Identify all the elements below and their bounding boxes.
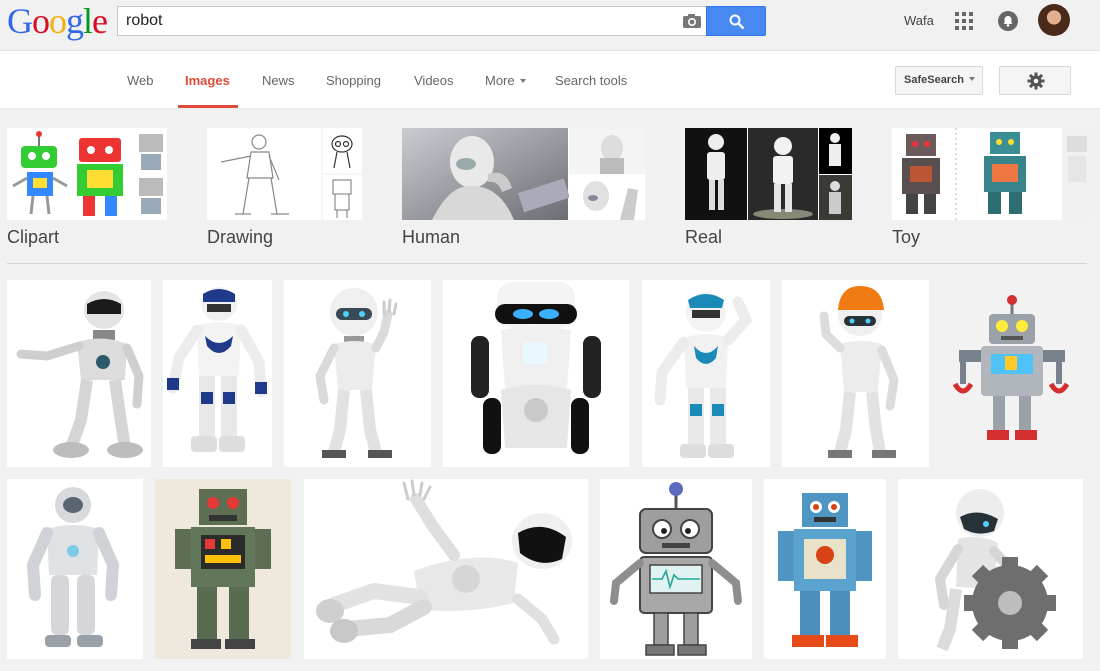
clipart-robot-thumbnail xyxy=(7,128,167,220)
drawing-robot-thumbnail xyxy=(207,128,362,220)
image-result[interactable] xyxy=(941,280,1083,467)
logo-letter: e xyxy=(92,1,108,41)
logo-letter: o xyxy=(32,1,50,41)
image-result[interactable] xyxy=(898,479,1083,659)
image-result[interactable] xyxy=(7,479,143,659)
result-thumbnail xyxy=(167,287,267,452)
avatar[interactable] xyxy=(1038,4,1070,36)
result-thumbnail xyxy=(610,482,742,656)
logo-letter: G xyxy=(7,1,33,41)
tab-news[interactable]: News xyxy=(262,73,295,88)
tab-more[interactable]: More xyxy=(485,73,526,88)
image-result[interactable] xyxy=(284,280,431,467)
search-nav: Web Images News Shopping Videos More Sea… xyxy=(0,51,1100,109)
search-icon xyxy=(729,14,745,30)
image-result[interactable] xyxy=(443,280,629,467)
search-button[interactable] xyxy=(706,6,766,36)
real-robot-thumbnail xyxy=(685,128,852,220)
result-thumbnail xyxy=(471,282,601,454)
toy-robot-thumbnail xyxy=(892,128,1092,220)
related-thumbnails xyxy=(7,128,167,220)
search-box xyxy=(117,6,707,36)
result-thumbnail xyxy=(316,479,572,645)
search-input[interactable] xyxy=(126,11,666,31)
related-thumbnails xyxy=(892,128,1092,220)
related-label: Human xyxy=(402,227,461,247)
image-result[interactable] xyxy=(782,280,929,467)
active-tab-indicator xyxy=(178,105,238,108)
tab-web[interactable]: Web xyxy=(127,73,154,88)
divider xyxy=(7,263,1087,264)
related-thumbnails xyxy=(685,128,852,220)
result-thumbnail xyxy=(934,489,1056,652)
settings-button[interactable] xyxy=(999,66,1071,95)
tab-more-label: More xyxy=(485,73,515,88)
image-result[interactable] xyxy=(764,479,886,659)
result-thumbnail xyxy=(26,487,120,647)
account-name[interactable]: Wafa xyxy=(904,13,934,28)
related-thumbnails xyxy=(207,128,362,220)
image-result[interactable] xyxy=(155,479,291,659)
human-robot-thumbnail xyxy=(402,128,645,220)
result-thumbnail xyxy=(654,292,753,458)
tab-images[interactable]: Images xyxy=(185,73,230,88)
related-label: Real xyxy=(685,227,723,247)
image-result[interactable] xyxy=(7,280,151,467)
image-result[interactable] xyxy=(600,479,752,659)
tab-search-tools[interactable]: Search tools xyxy=(555,73,627,88)
gear-icon xyxy=(1027,72,1045,90)
related-label: Clipart xyxy=(7,227,60,247)
bell-icon[interactable] xyxy=(998,11,1018,31)
logo-letter: o xyxy=(49,1,67,41)
google-logo[interactable]: Google xyxy=(7,1,108,41)
safesearch-label: SafeSearch xyxy=(904,74,964,86)
safesearch-button[interactable]: SafeSearch xyxy=(895,66,983,95)
apps-grid-icon[interactable] xyxy=(955,12,973,30)
result-thumbnail xyxy=(315,288,398,458)
camera-icon[interactable] xyxy=(683,14,701,28)
result-thumbnail xyxy=(819,286,899,458)
related-searches: Clipart Drawing Human Real Toy xyxy=(0,110,1100,306)
tab-videos[interactable]: Videos xyxy=(414,73,454,88)
related-thumbnails xyxy=(402,128,645,220)
image-result[interactable] xyxy=(642,280,770,467)
image-result[interactable] xyxy=(163,280,272,467)
logo-letter: l xyxy=(83,1,93,41)
image-result[interactable] xyxy=(304,479,588,659)
logo-letter: g xyxy=(66,1,84,41)
result-thumbnail xyxy=(941,280,1083,467)
result-thumbnail xyxy=(155,479,291,659)
related-label: Toy xyxy=(892,227,921,247)
tab-shopping[interactable]: Shopping xyxy=(326,73,381,88)
caret-down-icon xyxy=(519,79,526,83)
top-bar: Google Wafa xyxy=(0,0,1100,51)
caret-down-icon xyxy=(968,77,975,81)
result-thumbnail xyxy=(16,291,144,458)
result-thumbnail xyxy=(778,493,872,647)
related-label: Drawing xyxy=(207,227,274,247)
